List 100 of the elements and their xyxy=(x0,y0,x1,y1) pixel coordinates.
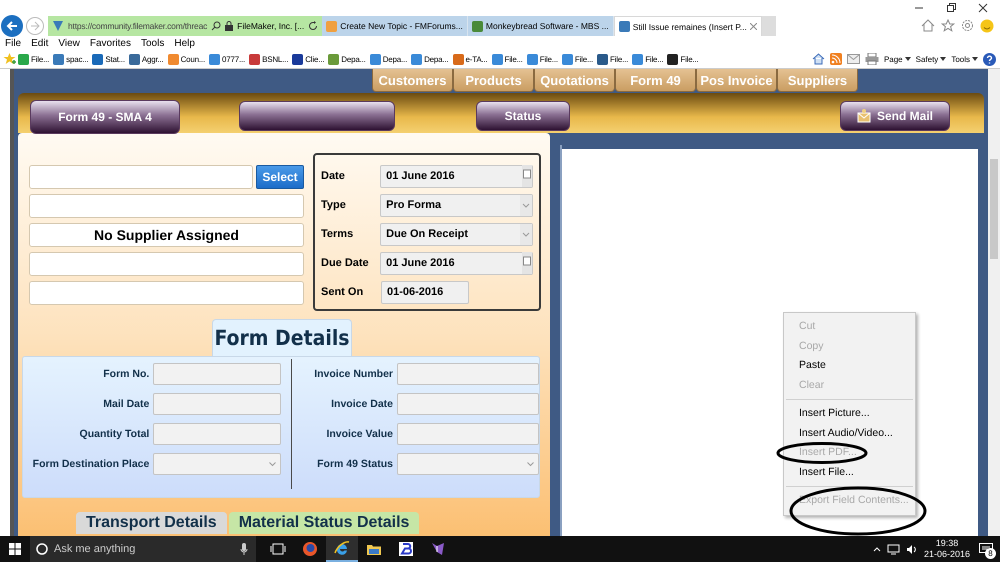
refresh-icon xyxy=(308,21,318,31)
smiley-icon[interactable] xyxy=(980,19,994,33)
feed-icon[interactable] xyxy=(830,53,842,65)
mail-icon xyxy=(856,109,871,123)
date-field[interactable]: 01 June 2016 xyxy=(380,252,533,274)
home-icon[interactable] xyxy=(921,19,935,32)
favorite-link[interactable]: Depa... xyxy=(328,54,368,64)
favorite-link[interactable]: File... xyxy=(632,54,666,64)
star-icon[interactable] xyxy=(941,19,955,32)
menu-item[interactable]: Insert Audio/Video... xyxy=(784,426,915,440)
select-button[interactable]: Select xyxy=(256,165,304,189)
home-icon[interactable] xyxy=(812,53,825,65)
clock-date[interactable]: 21-06-2016 xyxy=(924,549,970,560)
field-label: Date xyxy=(321,170,346,182)
star-icon[interactable] xyxy=(3,53,16,65)
search-field[interactable]: Ask me anything xyxy=(30,536,256,562)
input-field[interactable] xyxy=(153,393,282,415)
menu-item[interactable]: Paste xyxy=(784,359,915,372)
favorite-link[interactable]: Coun... xyxy=(168,54,207,64)
task-view-icon[interactable] xyxy=(270,541,286,557)
browser-tab[interactable]: Create New Topic - FMForums... xyxy=(322,16,468,36)
favorite-link[interactable]: spac... xyxy=(53,54,90,64)
maximize-icon[interactable] xyxy=(946,3,956,13)
input-field[interactable] xyxy=(397,363,539,385)
field-label: Terms xyxy=(321,228,354,240)
forward-button[interactable] xyxy=(26,17,44,35)
menu-item[interactable]: Help xyxy=(174,38,195,48)
command-menu[interactable]: Safety xyxy=(916,54,946,64)
printer-icon[interactable] xyxy=(864,53,879,65)
settings-icon[interactable] xyxy=(961,19,974,32)
input-field[interactable] xyxy=(397,423,539,445)
input-field[interactable] xyxy=(153,423,282,445)
favorite-link[interactable]: Depa... xyxy=(411,54,451,64)
site-icon xyxy=(472,20,483,32)
favorite-link[interactable]: e-TA... xyxy=(452,54,490,64)
command-menu[interactable]: Page xyxy=(884,54,911,64)
address-bar[interactable]: https://community.filemaker.com/threac FileMaker, Inc. [... xyxy=(48,16,322,36)
site-icon xyxy=(208,54,220,64)
input-field[interactable] xyxy=(29,281,304,305)
input-field[interactable] xyxy=(29,252,304,276)
favorite-link[interactable]: BSNL... xyxy=(249,54,290,64)
favorite-link[interactable]: File... xyxy=(562,54,596,64)
windows-icon[interactable] xyxy=(9,543,21,555)
favorite-link[interactable]: File... xyxy=(18,54,52,64)
input-field[interactable] xyxy=(29,165,253,189)
volume-icon[interactable] xyxy=(906,544,918,554)
chevron-icon xyxy=(527,462,534,466)
site-icon xyxy=(618,21,630,32)
menu-item[interactable]: View xyxy=(58,38,80,48)
favorite-link[interactable]: Stat... xyxy=(92,54,127,64)
section-tab[interactable]: Form Details xyxy=(212,319,352,356)
menu-item[interactable]: Tools xyxy=(140,38,164,48)
app-icon[interactable] xyxy=(430,541,446,557)
app-icon[interactable] xyxy=(398,541,414,557)
microphone-icon[interactable] xyxy=(240,543,248,555)
favorite-link[interactable]: Clie... xyxy=(292,54,326,64)
browser-icon[interactable] xyxy=(302,541,318,557)
menu-item[interactable]: Insert Picture... xyxy=(784,407,915,420)
favorite-link[interactable]: File... xyxy=(597,54,630,64)
favorite-link[interactable]: Depa... xyxy=(370,54,410,64)
dropdown-field[interactable]: Pro Forma xyxy=(380,194,533,216)
favorite-link[interactable]: File... xyxy=(526,54,560,64)
browser-icon[interactable] xyxy=(334,540,350,556)
site-icon xyxy=(562,54,573,64)
input-field[interactable] xyxy=(153,363,282,385)
close-icon[interactable] xyxy=(978,3,988,13)
input-field[interactable] xyxy=(397,393,539,415)
dropdown-field[interactable]: Due On Receipt xyxy=(380,222,533,246)
scrollbar[interactable] xyxy=(988,69,1000,536)
date-field[interactable]: 01 June 2016 xyxy=(380,164,533,188)
menu-item[interactable]: File xyxy=(5,38,22,48)
help-icon[interactable] xyxy=(983,52,996,66)
section-tab[interactable]: Material Status Details xyxy=(228,512,420,534)
field-label: Due Date xyxy=(321,257,370,269)
toolbar-button[interactable]: Status xyxy=(476,101,570,131)
menu-item[interactable]: Favorites xyxy=(90,38,131,48)
layout-tab[interactable]: Form 49 - SMA 4 xyxy=(30,100,180,134)
command-menu[interactable]: Tools xyxy=(951,54,978,64)
favorite-link[interactable]: Aggr... xyxy=(128,54,166,64)
favorite-link[interactable]: File... xyxy=(492,54,525,64)
back-button[interactable] xyxy=(1,15,23,37)
chevron-icon[interactable] xyxy=(872,546,881,552)
input-field[interactable] xyxy=(29,194,304,218)
menu-item[interactable]: Edit xyxy=(31,38,48,48)
section-tab[interactable]: Transport Details xyxy=(76,512,227,534)
mail-icon[interactable] xyxy=(846,54,860,64)
toolbar-button[interactable] xyxy=(239,101,395,131)
browser-tab[interactable]: Monkeybread Software - MBS ... xyxy=(468,16,614,36)
arrow-icon xyxy=(6,20,18,32)
toolbar-button[interactable]: Send Mail xyxy=(840,101,950,131)
notification-button[interactable]: 8 xyxy=(976,539,996,559)
network-icon[interactable] xyxy=(886,544,900,554)
favorite-link[interactable]: File... xyxy=(667,54,701,64)
clock-time[interactable]: 19:38 xyxy=(936,538,958,549)
browser-tab[interactable]: Still Issue remaines (Insert P... xyxy=(614,16,762,36)
menu-item[interactable]: Insert File... xyxy=(784,466,915,479)
dropdown-field[interactable] xyxy=(153,453,282,475)
favorite-link[interactable]: 0777... xyxy=(208,54,248,64)
dropdown-field[interactable] xyxy=(397,453,539,475)
input-field[interactable]: 01-06-2016 xyxy=(381,280,469,304)
